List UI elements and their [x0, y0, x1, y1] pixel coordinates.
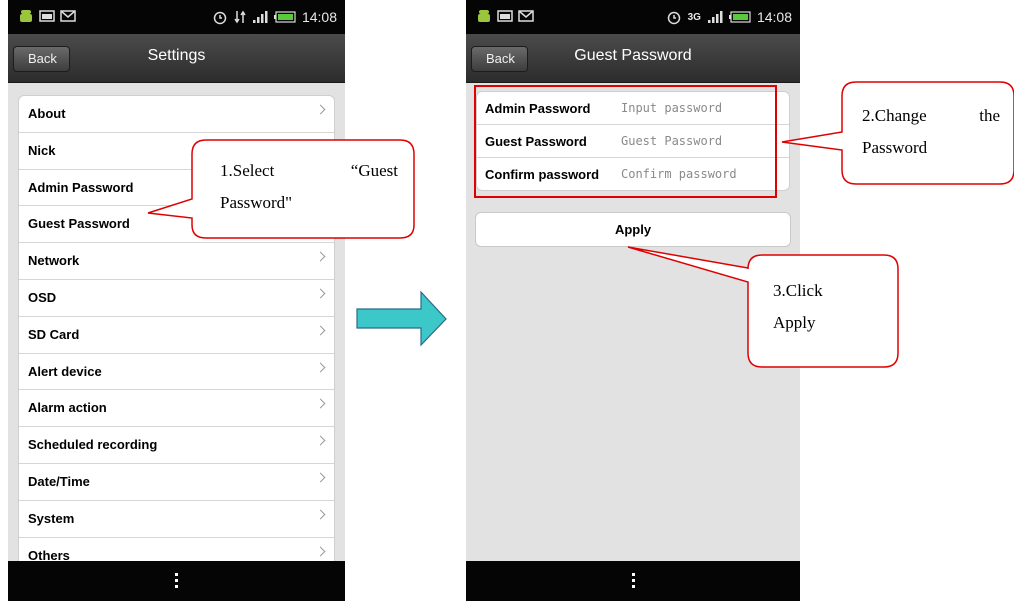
settings-item-label: About	[28, 106, 66, 121]
image-icon	[39, 10, 55, 22]
alarm-icon	[213, 11, 227, 25]
settings-item[interactable]: OSD	[19, 280, 334, 317]
settings-item-label: Admin Password	[28, 179, 134, 195]
settings-item-label: Alarm action	[28, 400, 107, 416]
callout-step-1: 1.Select “Guest Password"	[220, 155, 398, 220]
password-fields-highlight	[474, 85, 777, 198]
chevron-right-icon	[315, 104, 326, 115]
menu-icon[interactable]	[175, 573, 178, 591]
chevron-right-icon	[315, 435, 326, 446]
settings-item-label: SD Card	[28, 326, 80, 342]
settings-item[interactable]: Alert device	[19, 354, 334, 391]
settings-item-label: Date/Time	[28, 473, 90, 489]
callout-1-text-c: Password"	[220, 193, 293, 213]
settings-item[interactable]: About	[19, 96, 334, 133]
chevron-right-icon	[315, 251, 326, 262]
callout-1-text-a: 1.Select	[220, 161, 275, 180]
network-type-label: 3G	[687, 11, 701, 23]
settings-screen: 14:08 Back Settings About Nick Admin Passw…	[8, 0, 345, 601]
chevron-right-icon	[315, 509, 326, 520]
callout-3-text-a: 3.Click	[773, 281, 823, 300]
settings-item[interactable]: Date/Time	[19, 464, 334, 501]
page-title: Guest Password	[574, 47, 692, 64]
chevron-right-icon	[315, 362, 326, 373]
data-transfer-icon	[234, 10, 246, 24]
status-bar: 3G 14:08	[466, 0, 800, 34]
nav-bar	[466, 561, 800, 601]
nav-bar	[8, 561, 345, 601]
battery-icon	[273, 11, 296, 23]
callout-2-text-c: Password	[862, 138, 928, 158]
callout-step-3: 3.Click Apply	[773, 275, 883, 340]
status-bar: 14:08	[8, 0, 345, 34]
action-bar: Back Settings	[8, 34, 345, 83]
settings-item-label: Alert device	[28, 363, 102, 379]
callout-step-2: 2.Change the Password	[862, 100, 1000, 165]
settings-item-label: System	[28, 510, 75, 526]
settings-item-label: Nick	[28, 142, 56, 158]
signal-icon	[252, 11, 268, 23]
page-title: Settings	[147, 47, 206, 64]
mail-icon	[518, 10, 534, 22]
chevron-right-icon	[315, 398, 326, 409]
chevron-right-icon	[315, 325, 326, 336]
status-time: 14:08	[756, 9, 792, 25]
android-icon	[20, 10, 32, 22]
settings-item-label: Scheduled recording	[28, 437, 158, 453]
status-time: 14:08	[301, 9, 337, 25]
action-bar: Back Guest Password	[466, 34, 800, 83]
settings-item-label: Network	[28, 253, 80, 269]
chevron-right-icon	[315, 141, 326, 152]
image-icon	[497, 10, 513, 22]
mail-icon	[60, 10, 76, 22]
settings-item[interactable]: SD Card	[19, 317, 334, 354]
signal-icon	[707, 11, 723, 23]
battery-icon	[728, 11, 751, 23]
android-icon	[478, 10, 490, 22]
right-arrow-icon	[356, 290, 447, 347]
apply-button[interactable]: Apply	[475, 212, 791, 247]
settings-item[interactable]: Alarm action	[19, 390, 334, 428]
callout-1-text-b: “Guest	[350, 161, 398, 180]
menu-icon[interactable]	[631, 573, 635, 591]
settings-item[interactable]: Scheduled recording	[19, 427, 334, 464]
callout-3-text-b: Apply	[773, 313, 816, 333]
chevron-right-icon	[315, 472, 326, 483]
settings-item[interactable]: Network	[19, 243, 334, 280]
callout-2-text-a: 2.Change	[862, 106, 927, 125]
settings-item-label: Guest Password	[28, 216, 130, 232]
chevron-right-icon	[315, 546, 326, 557]
settings-item-label: OSD	[28, 289, 57, 305]
settings-item[interactable]: System	[19, 501, 334, 538]
callout-2-text-b: the	[979, 106, 1000, 125]
alarm-icon	[667, 11, 680, 25]
chevron-right-icon	[315, 288, 326, 299]
